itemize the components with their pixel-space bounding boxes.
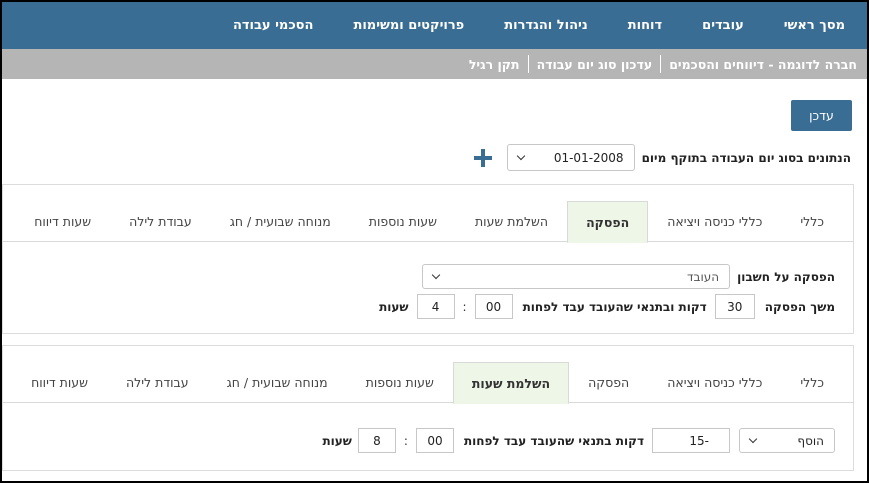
- break-minutes-input[interactable]: 00: [474, 294, 513, 319]
- tab-report-hours[interactable]: שעות דיווח: [12, 362, 107, 403]
- break-duration-label: משך הפסקה: [764, 299, 835, 314]
- app-window: מסך ראשי עובדים דוחות ניהול והגדרות פרוי…: [2, 2, 867, 481]
- time-separator: :: [403, 433, 408, 448]
- breadcrumb-separator: [660, 55, 662, 73]
- update-button[interactable]: עדכן: [791, 100, 852, 131]
- tab-weekly-rest[interactable]: מנוחה שבועית / חג: [211, 201, 350, 242]
- effective-date-value: 01-01-2008: [553, 150, 624, 165]
- completion-minutes-input[interactable]: 00: [415, 428, 454, 453]
- tab-entry-exit[interactable]: כללי כניסה ויציאה: [648, 362, 781, 403]
- hours-completion-row: הוסף -15 דקות בתנאי שהעובד עבד לפחות 00 …: [322, 428, 835, 453]
- tab-break[interactable]: הפסקה: [567, 201, 649, 243]
- nav-item-employees[interactable]: עובדים: [690, 18, 756, 33]
- nav-item-home[interactable]: מסך ראשי: [772, 18, 857, 33]
- chevron-down-icon: [516, 151, 525, 161]
- completion-hours-label: שעות: [322, 433, 352, 448]
- break-duration-row: משך הפסקה 30 דקות ובתנאי שהעובד עבד לפחו…: [379, 294, 835, 319]
- tab-bar: כללי כללי כניסה ויציאה הפסקה השלמת שעות …: [3, 362, 853, 404]
- breadcrumb-workday-update[interactable]: עדכון סוג יום עבודה: [537, 57, 653, 72]
- tab-general[interactable]: כללי: [781, 362, 843, 403]
- completion-mode-select[interactable]: הוסף: [739, 428, 835, 453]
- hours-completion-panel: כללי כללי כניסה ויציאה הפסקה השלמת שעות …: [2, 345, 854, 471]
- break-condition-label: דקות ובתנאי שהעובד עבד לפחות: [522, 299, 707, 314]
- effective-date-select[interactable]: 01-01-2008: [506, 144, 635, 171]
- completion-mode-value: הוסף: [797, 433, 824, 448]
- completion-minutes-amount-input[interactable]: -15: [652, 428, 730, 453]
- time-separator: :: [462, 299, 467, 314]
- tab-overtime[interactable]: שעות נוספות: [350, 201, 456, 242]
- tab-hours-completion[interactable]: השלמת שעות: [452, 362, 570, 404]
- break-account-value: העובד: [687, 269, 720, 284]
- break-account-row: הפסקה על חשבון העובד: [422, 264, 835, 289]
- break-panel: כללי כללי כניסה ויציאה הפסקה השלמת שעות …: [2, 184, 854, 334]
- break-hours-input[interactable]: 4: [416, 294, 455, 319]
- completion-hours-input[interactable]: 8: [357, 428, 396, 453]
- tab-night-work[interactable]: עבודת לילה: [110, 201, 211, 242]
- tab-weekly-rest[interactable]: מנוחה שבועית / חג: [208, 362, 347, 403]
- tab-entry-exit[interactable]: כללי כניסה ויציאה: [648, 201, 781, 242]
- top-navigation: מסך ראשי עובדים דוחות ניהול והגדרות פרוי…: [2, 2, 867, 49]
- tab-report-hours[interactable]: שעות דיווח: [15, 201, 110, 242]
- chevron-down-icon: [431, 270, 441, 280]
- tab-overtime[interactable]: שעות נוספות: [347, 362, 453, 403]
- breadcrumb-current: תקן רגיל: [468, 56, 520, 72]
- tab-break[interactable]: הפסקה: [569, 362, 648, 403]
- tab-hours-completion[interactable]: השלמת שעות: [456, 201, 567, 242]
- nav-item-agreements[interactable]: הסכמי עבודה: [221, 18, 326, 33]
- nav-item-settings[interactable]: ניהול והגדרות: [492, 18, 600, 33]
- nav-item-projects[interactable]: פרויקטים ומשימות: [341, 18, 476, 33]
- effective-date-label: הנתונים בסוג יום העבודה בתוקף מיום: [641, 150, 851, 165]
- nav-item-reports[interactable]: דוחות: [616, 18, 674, 33]
- completion-condition-label: דקות בתנאי שהעובד עבד לפחות: [463, 433, 644, 448]
- break-duration-input[interactable]: 30: [714, 294, 755, 319]
- tab-bar: כללי כללי כניסה ויציאה הפסקה השלמת שעות …: [3, 201, 853, 243]
- effective-date-row: הנתונים בסוג יום העבודה בתוקף מיום 01-01…: [473, 144, 851, 171]
- breadcrumb: חברה לדוגמה - דיווחים והסכמים עדכון סוג …: [2, 49, 867, 79]
- breadcrumb-company[interactable]: חברה לדוגמה - דיווחים והסכמים: [669, 57, 857, 72]
- break-account-select[interactable]: העובד: [422, 264, 731, 289]
- breadcrumb-separator: [527, 55, 529, 73]
- break-hours-label: שעות: [379, 299, 409, 314]
- tab-night-work[interactable]: עבודת לילה: [107, 362, 208, 403]
- chevron-down-icon: [748, 434, 758, 444]
- break-account-label: הפסקה על חשבון: [737, 269, 835, 284]
- tab-general[interactable]: כללי: [781, 201, 843, 242]
- plus-icon[interactable]: [473, 148, 493, 168]
